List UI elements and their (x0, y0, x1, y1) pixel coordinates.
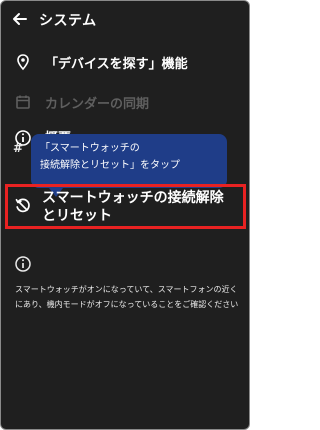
tooltip-line-2: 接続解除とリセット」をタップ (40, 160, 180, 171)
calendar-sync-item: カレンダーの同期 (1, 87, 249, 117)
disconnect-reset-item[interactable]: スマートウォッチの接続解除とリセット (1, 184, 249, 229)
find-device-label: 「デバイスを探す」機能 (45, 57, 188, 72)
instruction-tooltip: 「スマートウォッチの 接続解除とリセット」をタップ (31, 134, 227, 197)
tooltip-line-1: 「スマートウォッチの (40, 143, 140, 154)
back-arrow-icon[interactable] (10, 9, 30, 29)
reset-icon (15, 198, 30, 213)
info-note-text: スマートウォッチがオンになっていて、スマートフォンの近くにあり、機内モードがオフ… (15, 285, 239, 309)
disconnect-reset-label: スマートウォッチの接続解除とリセット (42, 190, 224, 224)
info-icon (15, 256, 31, 272)
page-title: システム (39, 13, 97, 29)
hash-icon: # (13, 141, 24, 155)
info-note-icon-row (1, 255, 249, 273)
find-device-item[interactable]: 「デバイスを探す」機能 (1, 47, 249, 77)
phone-screen: システム 「デバイスを探す」機能 カレンダーの同期 概要 # 「スマートウォッチ… (0, 0, 250, 430)
calendar-icon (16, 95, 30, 109)
app-bar: システム (1, 1, 249, 37)
location-pin-icon (17, 54, 29, 71)
calendar-sync-label: カレンダーの同期 (45, 97, 150, 112)
